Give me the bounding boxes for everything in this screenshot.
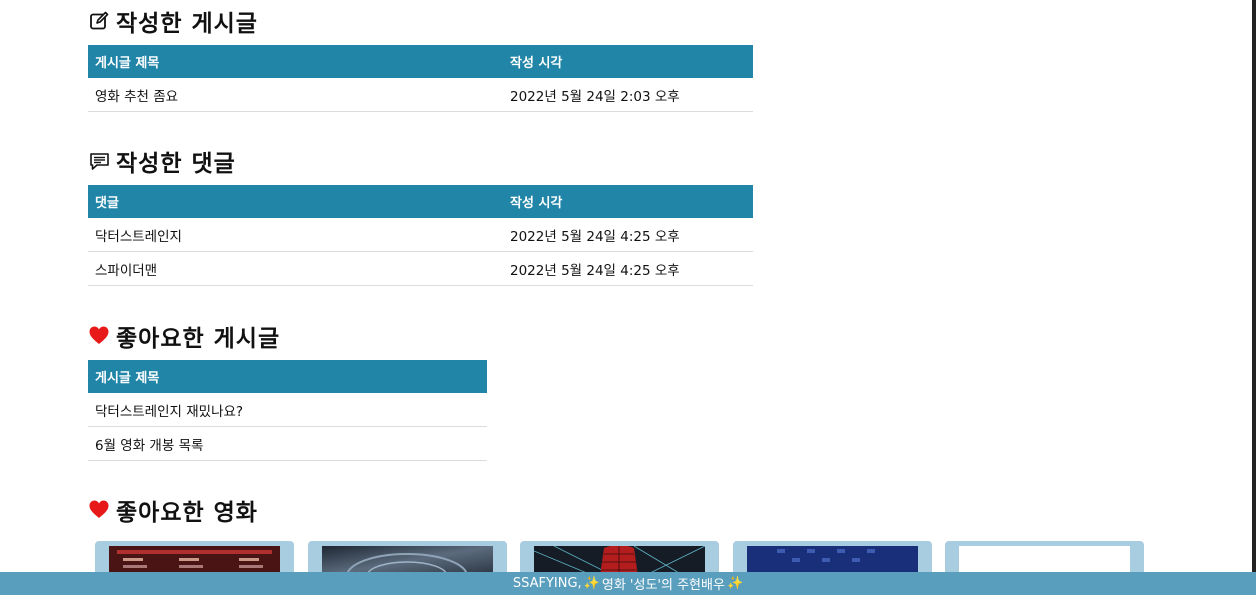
section-title-text: 작성한 게시글 xyxy=(116,11,258,37)
post-title-cell[interactable]: 닥터스트레인지 재밌나요? xyxy=(88,393,487,427)
liked-posts-table: 게시글 제목 닥터스트레인지 재밌나요? 6월 영화 개봉 목록 xyxy=(88,360,487,461)
liked-movies-section: 좋아요한 영화 xyxy=(88,493,258,527)
liked-posts-section: 좋아요한 게시글 게시글 제목 닥터스트레인지 재밌나요? 6월 영화 개봉 목… xyxy=(88,319,487,461)
section-title: 좋아요한 영화 xyxy=(88,493,258,527)
column-header: 게시글 제목 xyxy=(88,360,487,393)
section-title-text: 좋아요한 영화 xyxy=(116,500,258,526)
comment-cell[interactable]: 닥터스트레인지 xyxy=(88,218,503,252)
heart-icon xyxy=(88,325,110,347)
written-comments-table: 댓글 작성 시각 닥터스트레인지 2022년 5월 24일 4:25 오후 스파… xyxy=(88,185,753,286)
table-header-row: 게시글 제목 xyxy=(88,360,487,393)
section-title: 작성한 댓글 xyxy=(88,144,753,178)
written-posts-table: 게시글 제목 작성 시각 영화 추천 좀요 2022년 5월 24일 2:03 … xyxy=(88,45,753,112)
post-title-cell[interactable]: 6월 영화 개봉 목록 xyxy=(88,426,487,461)
table-header-row: 게시글 제목 작성 시각 xyxy=(88,45,753,78)
table-row[interactable]: 닥터스트레인지 재밌나요? xyxy=(88,393,487,427)
comment-cell[interactable]: 스파이더맨 xyxy=(88,251,503,286)
footer-text: 영화 '성도'의 주현배우 xyxy=(601,578,725,593)
footer: SSAFYING, ✨ 영화 '성도'의 주현배우 ✨ xyxy=(0,572,1256,595)
section-title: 작성한 게시글 xyxy=(88,4,753,38)
column-header: 작성 시각 xyxy=(503,45,753,78)
table-row[interactable]: 6월 영화 개봉 목록 xyxy=(88,426,487,461)
post-title-cell[interactable]: 영화 추천 좀요 xyxy=(88,78,503,112)
column-header: 댓글 xyxy=(88,185,503,218)
footer-prefix: SSAFYING, xyxy=(512,576,582,591)
pencil-square-icon xyxy=(88,10,110,32)
written-comments-section: 작성한 댓글 댓글 작성 시각 닥터스트레인지 2022년 5월 24일 4:2… xyxy=(88,144,753,286)
section-title: 좋아요한 게시글 xyxy=(88,319,487,353)
written-posts-section: 작성한 게시글 게시글 제목 작성 시각 영화 추천 좀요 2022년 5월 2… xyxy=(88,4,753,112)
sparkle-icon: ✨ xyxy=(726,576,744,591)
heart-icon xyxy=(88,499,110,521)
table-row[interactable]: 닥터스트레인지 2022년 5월 24일 4:25 오후 xyxy=(88,218,753,252)
chat-lines-icon xyxy=(88,150,110,172)
column-header: 게시글 제목 xyxy=(88,45,503,78)
comment-time-cell: 2022년 5월 24일 4:25 오후 xyxy=(503,218,753,252)
post-time-cell: 2022년 5월 24일 2:03 오후 xyxy=(503,78,753,112)
section-title-text: 좋아요한 게시글 xyxy=(116,326,281,352)
column-header: 작성 시각 xyxy=(503,185,753,218)
table-header-row: 댓글 작성 시각 xyxy=(88,185,753,218)
table-row[interactable]: 스파이더맨 2022년 5월 24일 4:25 오후 xyxy=(88,251,753,286)
section-title-text: 작성한 댓글 xyxy=(116,151,236,177)
sparkle-icon: ✨ xyxy=(583,576,600,591)
window-edge xyxy=(1252,0,1256,595)
comment-time-cell: 2022년 5월 24일 4:25 오후 xyxy=(503,251,753,286)
table-row[interactable]: 영화 추천 좀요 2022년 5월 24일 2:03 오후 xyxy=(88,78,753,112)
